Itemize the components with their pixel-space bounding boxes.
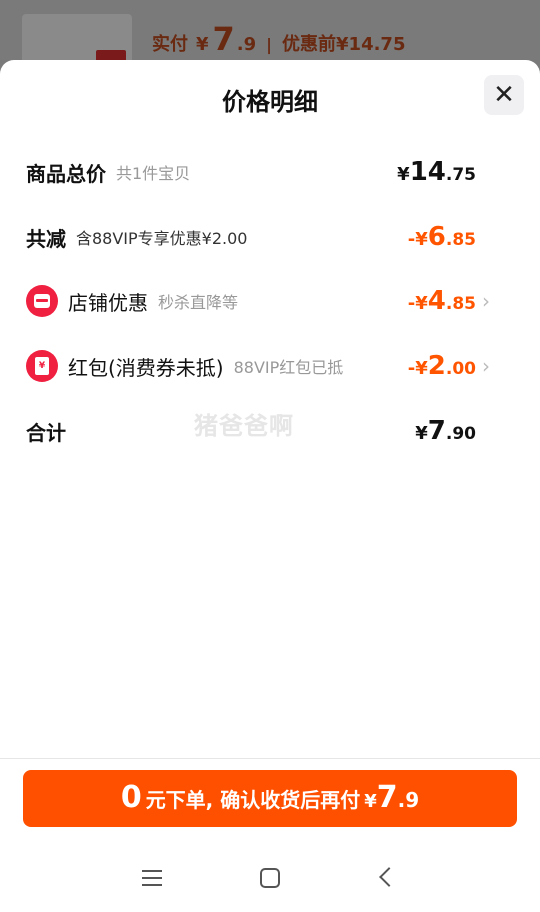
red-packet-glyph: ¥	[35, 357, 49, 375]
row-red-packet[interactable]: ¥ 红包(消费券未抵) 88VIP红包已抵 -¥ 2 .00 ›	[26, 346, 496, 386]
goods-total-int: 14	[409, 157, 446, 187]
goods-total-count: 共1件宝贝	[116, 164, 191, 183]
chevron-right-icon: ›	[482, 354, 490, 378]
red-packet-label: 红包(消费券未抵)	[68, 355, 224, 380]
red-packet-int: 2	[427, 351, 446, 381]
menu-icon[interactable]	[122, 858, 182, 898]
red-packet-amount: -¥ 2 .00	[408, 351, 476, 381]
pay-button-text: 元下单, 确认收货后再付	[145, 788, 361, 812]
goods-total-yen: ¥	[397, 164, 410, 185]
row-goods-total: 商品总价 共1件宝贝 ¥ 14 .75	[26, 152, 496, 192]
pay-button-yen: ¥	[364, 791, 377, 812]
pay-button-zero: 0	[120, 780, 142, 815]
pay-button-int: 7	[376, 780, 398, 815]
sum-yen: ¥	[415, 423, 428, 444]
close-icon: ✕	[493, 80, 515, 110]
sheet-title: 价格明细	[222, 88, 318, 116]
sum-int: 7	[427, 416, 446, 446]
divider	[0, 758, 540, 759]
red-packet-dec: .00	[445, 359, 476, 379]
shop-discount-note: 秒杀直降等	[158, 293, 239, 312]
goods-total-label: 商品总价	[26, 161, 106, 186]
shop-discount-int: 4	[427, 286, 446, 316]
reduction-dec: .85	[445, 230, 476, 250]
background-price: 实付 ¥ 7 .9 | 优惠前¥14.75	[152, 20, 405, 60]
row-shop-discount[interactable]: 店铺优惠 秒杀直降等 -¥ 4 .85 ›	[26, 281, 496, 321]
shop-discount-amount: -¥ 4 .85	[408, 286, 476, 316]
sum-amount: ¥ 7 .90	[415, 416, 476, 446]
pay-button-dec: .9	[397, 788, 420, 812]
watermark: 猪爸爸啊	[194, 412, 294, 440]
red-packet-yen: -¥	[407, 358, 428, 379]
back-icon[interactable]	[358, 858, 418, 898]
pay-later-button[interactable]: 0 元下单, 确认收货后再付 ¥ 7 .9	[23, 770, 517, 827]
reduction-label: 共减	[26, 226, 66, 251]
shop-icon	[26, 285, 58, 317]
shop-discount-dec: .85	[445, 294, 476, 314]
system-nav-bar	[0, 844, 540, 912]
goods-total-dec: .75	[445, 165, 476, 185]
home-icon[interactable]	[240, 858, 300, 898]
red-packet-note: 88VIP红包已抵	[233, 358, 344, 377]
goods-total-amount: ¥ 14 .75	[397, 157, 476, 187]
background-separator: |	[266, 35, 273, 54]
shop-discount-label: 店铺优惠	[68, 290, 148, 315]
background-paid-label: 实付	[152, 34, 188, 55]
reduction-amount: -¥ 6 .85	[408, 222, 476, 252]
shop-discount-yen: -¥	[407, 293, 428, 314]
sum-label: 合计	[26, 420, 66, 445]
background-paid-dec: .9	[236, 34, 257, 55]
price-detail-screen: 实付 ¥ 7 .9 | 优惠前¥14.75 价格明细 ✕ 商品总价 共1件宝贝 …	[0, 0, 540, 912]
red-packet-icon: ¥	[26, 350, 58, 382]
reduction-vip-note: 含88VIP专享优惠¥2.00	[76, 229, 248, 248]
price-detail-sheet: 价格明细 ✕ 商品总价 共1件宝贝 ¥ 14 .75 共减 含88VIP专享优惠…	[0, 60, 540, 912]
close-button[interactable]: ✕	[484, 75, 524, 115]
background-paid-yen: ¥	[196, 34, 209, 55]
reduction-int: 6	[427, 222, 446, 252]
reduction-yen: -¥	[407, 229, 428, 250]
sum-dec: .90	[445, 424, 476, 444]
background-original-price: 优惠前¥14.75	[282, 34, 406, 55]
background-paid-int: 7	[212, 20, 235, 58]
chevron-right-icon: ›	[482, 289, 490, 313]
row-total-reduction: 共减 含88VIP专享优惠¥2.00 -¥ 6 .85	[26, 217, 496, 257]
